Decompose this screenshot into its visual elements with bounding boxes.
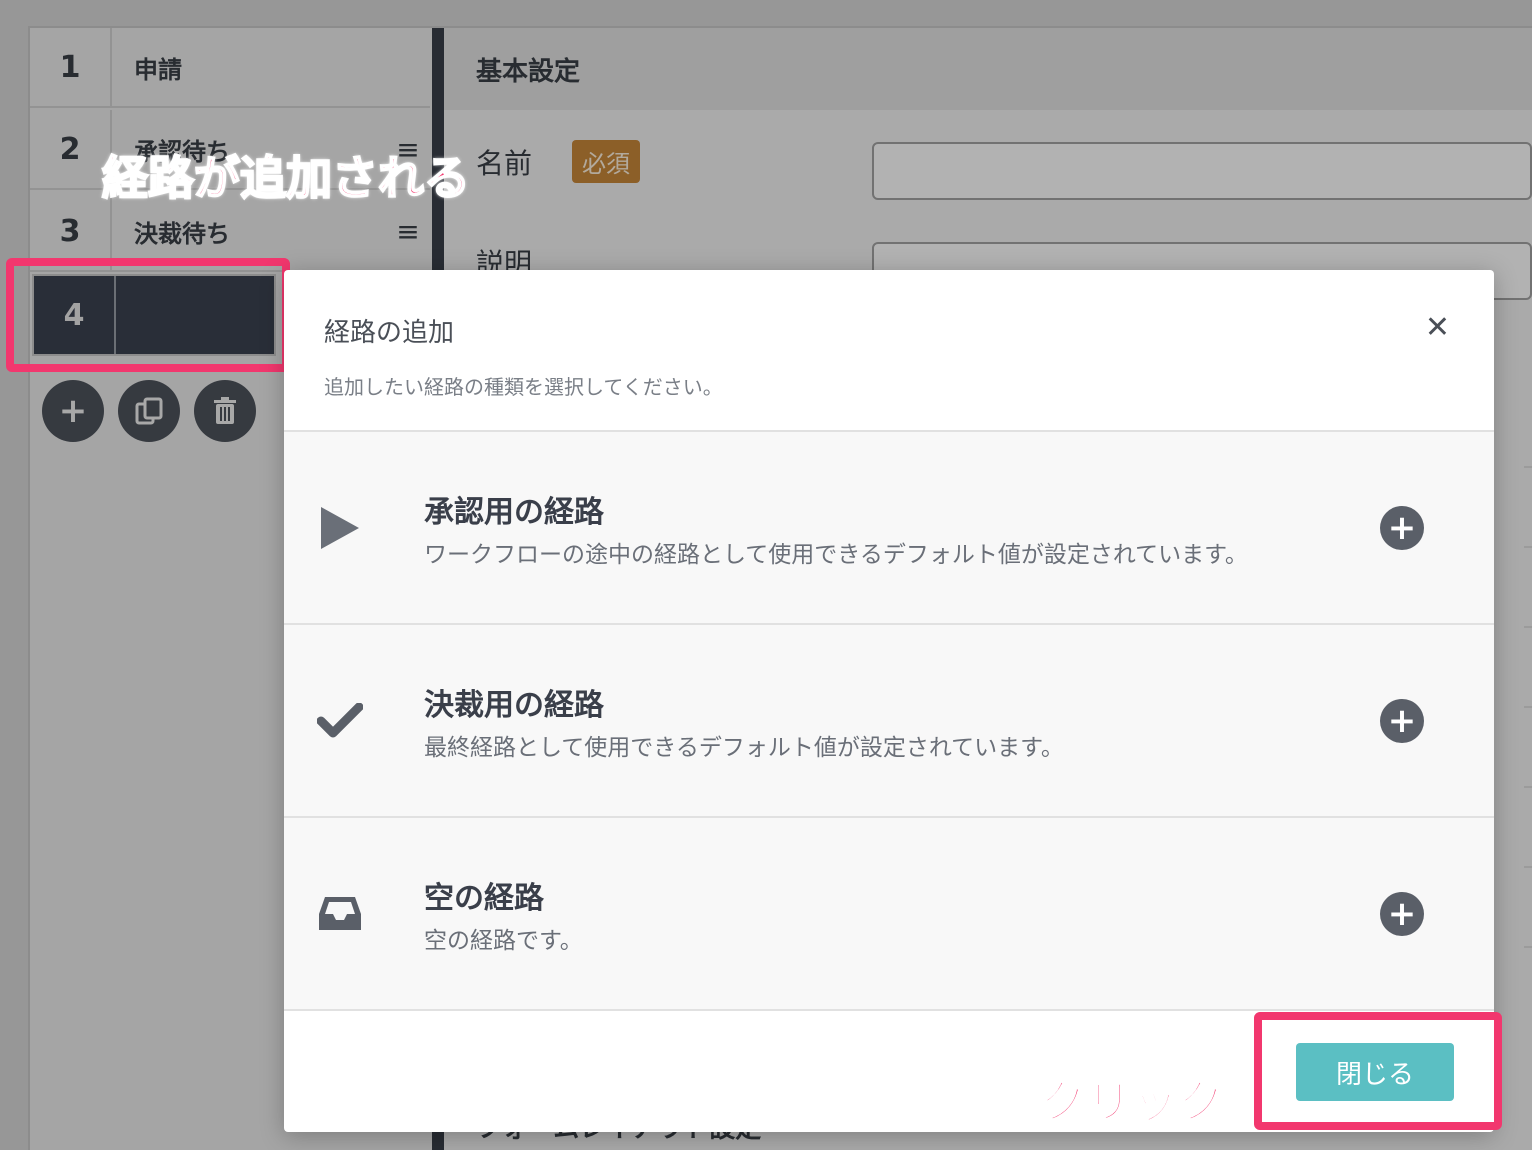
play-icon	[316, 504, 364, 552]
add-empty-route-button[interactable]: +	[1380, 891, 1424, 936]
option-empty-route[interactable]: 空の経路 空の経路です。 +	[284, 818, 1494, 1011]
option-title: 承認用の経路	[424, 494, 604, 530]
option-description: 最終経路として使用できるデフォルト値が設定されています。	[424, 734, 1064, 761]
option-title: 空の経路	[424, 880, 544, 916]
option-final-route[interactable]: 決裁用の経路 最終経路として使用できるデフォルト値が設定されています。 +	[284, 625, 1494, 818]
add-route-modal: 経路の追加 追加したい経路の種類を選択してください。 ✕ 承認用の経路 ワークフ…	[284, 270, 1494, 1132]
option-description: 空の経路です。	[424, 927, 583, 954]
highlight-new-route	[6, 258, 290, 372]
option-approval-route[interactable]: 承認用の経路 ワークフローの途中の経路として使用できるデフォルト値が設定されてい…	[284, 432, 1494, 625]
add-approval-route-button[interactable]: +	[1380, 505, 1424, 550]
close-icon[interactable]: ✕	[1425, 310, 1450, 345]
add-final-route-button[interactable]: +	[1380, 698, 1424, 743]
plus-circle-icon: +	[1387, 700, 1417, 741]
annotation-route-added: 経路が追加される	[101, 150, 471, 206]
option-description: ワークフローの途中の経路として使用できるデフォルト値が設定されています。	[424, 541, 1248, 568]
annotation-click: クリック	[1039, 1074, 1225, 1130]
check-icon	[316, 697, 364, 745]
modal-title: 経路の追加	[324, 318, 455, 348]
option-title: 決裁用の経路	[424, 687, 604, 723]
modal-header: 経路の追加 追加したい経路の種類を選択してください。 ✕	[284, 270, 1494, 432]
modal-subtitle: 追加したい経路の種類を選択してください。	[324, 375, 723, 399]
plus-circle-icon: +	[1387, 507, 1417, 548]
plus-circle-icon: +	[1387, 893, 1417, 934]
inbox-icon	[316, 890, 364, 938]
highlight-close-button	[1254, 1012, 1502, 1130]
